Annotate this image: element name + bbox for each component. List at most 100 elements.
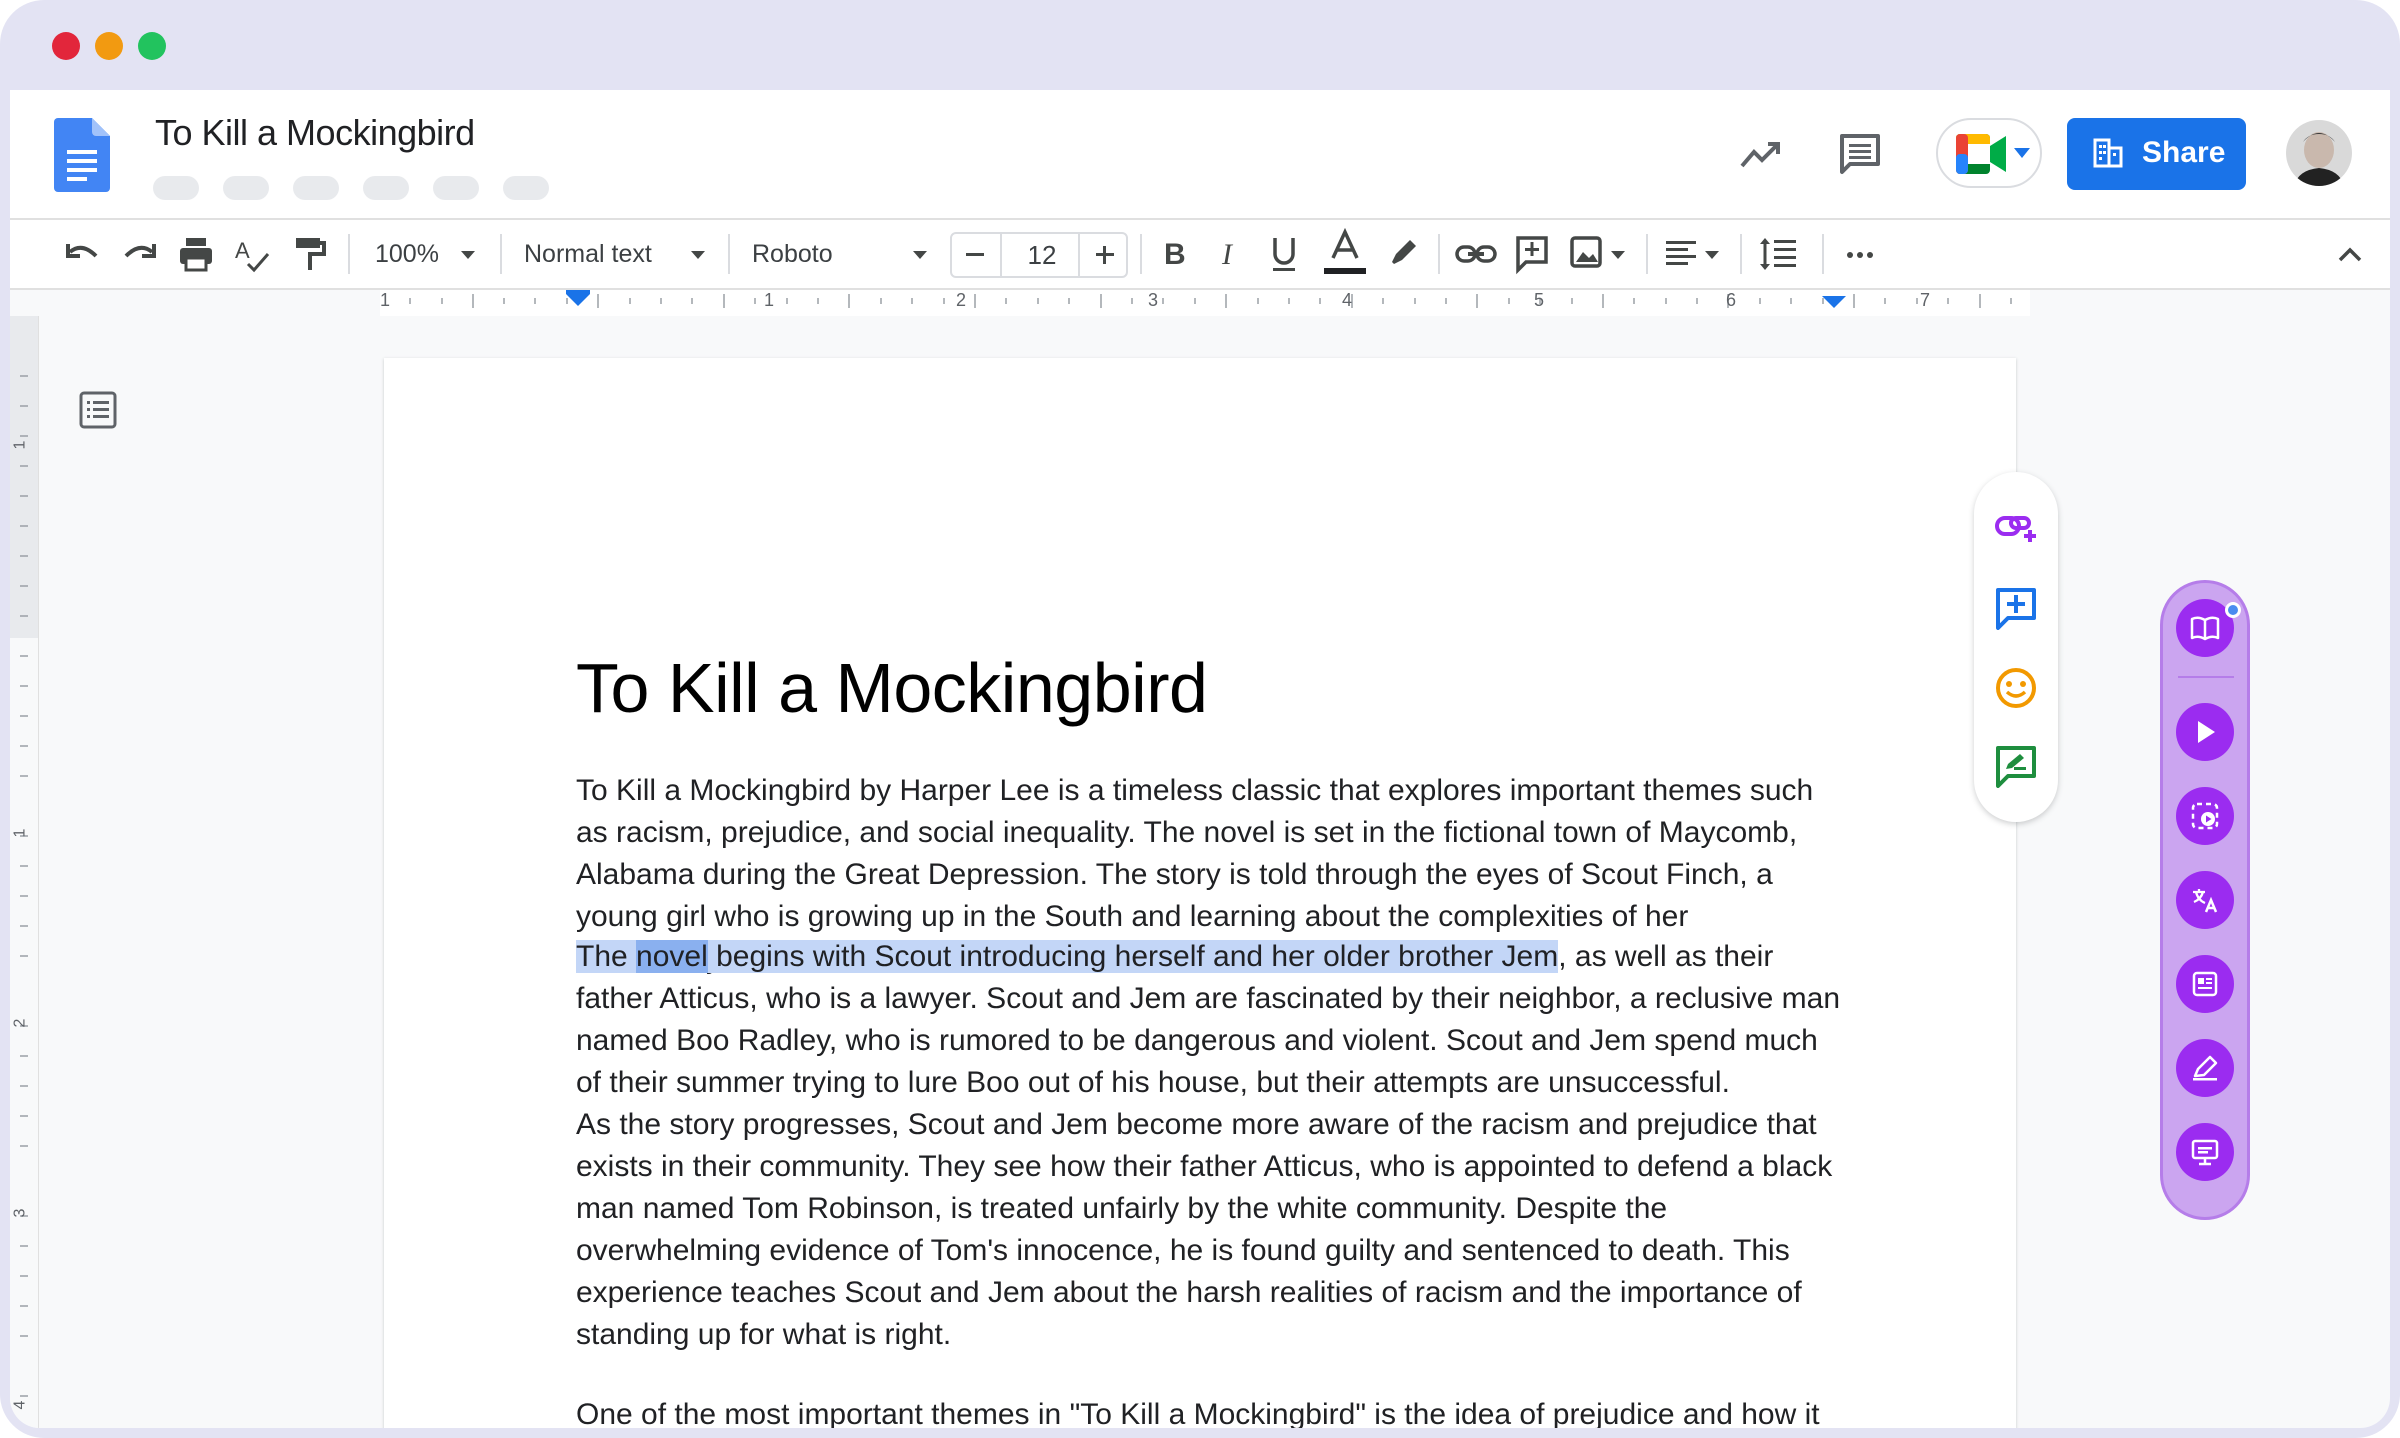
user-avatar[interactable] [2286,120,2352,186]
avatar-photo [2286,120,2352,186]
add-comment-icon[interactable] [1994,586,2038,630]
extension-presentation-button[interactable] [2176,1123,2234,1181]
ruler-label: 1 [380,290,391,310]
vertical-ruler-label: 4 [11,1400,29,1410]
vertical-ruler: 1 1 2 3 4 [10,316,39,1428]
bold-icon[interactable]: B [1156,230,1192,278]
ruler-label: 3 [1148,290,1159,310]
emoji-reaction-icon[interactable] [1994,666,2038,710]
docs-logo-icon[interactable] [54,118,110,192]
org-share-icon [2093,138,2123,168]
app-window: To Kill a Mockingbird Share A 100% Norma… [0,0,2400,1438]
insert-link-icon[interactable] [1454,230,1498,278]
toolbar-divider [1822,234,1824,274]
insert-image-icon[interactable] [1568,230,1604,278]
print-icon[interactable] [176,230,216,278]
ruler-label: 7 [1920,290,1931,310]
redo-icon[interactable] [120,230,160,278]
decrease-font-size-icon[interactable] [964,244,986,266]
menu-bar [153,176,549,200]
font-dropdown-icon[interactable] [910,230,930,278]
increase-font-size-icon[interactable] [1094,244,1116,266]
zoom-dropdown-icon[interactable] [458,230,478,278]
toolbar-divider [1140,234,1142,274]
notification-dot [2225,602,2241,618]
extension-highlighter-button[interactable] [2176,1039,2234,1097]
italic-icon[interactable]: I [1212,230,1248,278]
formatting-toolbar: A 100% Normal text Roboto 12 B I [10,218,2390,290]
minimize-window-button[interactable] [95,32,123,60]
menu-item-placeholder[interactable] [223,176,269,200]
font-family-value[interactable]: Roboto [752,240,833,269]
extension-toolbar [2160,580,2250,1220]
collapse-toolbar-icon[interactable] [2334,230,2366,278]
docs-window: To Kill a Mockingbird Share A 100% Norma… [10,90,2390,1428]
reader-icon [2192,971,2218,997]
toolbar-divider [728,234,730,274]
comments-icon[interactable] [1836,130,1884,178]
document-page[interactable]: To Kill a Mockingbird To Kill a Mockingb… [384,358,2016,1428]
play-icon [2198,721,2215,743]
toolbar-divider [1646,234,1648,274]
selected-text[interactable]: begins with Scout introducing herself an… [707,940,1559,973]
vertical-ruler-label: 2 [11,1018,29,1028]
more-options-icon[interactable] [1842,230,1878,278]
activity-trend-icon[interactable] [1736,130,1784,178]
menu-item-placeholder[interactable] [433,176,479,200]
extension-screen-record-button[interactable] [2176,787,2234,845]
paragraph-3[interactable]: As the story progresses, Scout and Jem b… [576,1104,1846,1356]
document-outline-icon[interactable] [78,390,118,430]
menu-item-placeholder[interactable] [293,176,339,200]
extension-divider [2178,676,2234,678]
extension-reader-button[interactable] [2176,955,2234,1013]
toolbar-divider [348,234,350,274]
toolbar-divider [1740,234,1742,274]
translate-icon [2193,889,2218,913]
paragraph-2[interactable]: The novel begins with Scout introducing … [576,936,1846,1104]
paint-format-icon[interactable] [290,230,330,278]
zoom-value[interactable]: 100% [375,240,439,269]
style-dropdown-icon[interactable] [688,230,708,278]
selected-word[interactable]: novel [636,940,708,973]
text-color-icon[interactable] [1322,226,1368,282]
menu-item-placeholder[interactable] [503,176,549,200]
share-button[interactable]: Share [2067,118,2246,190]
menu-item-placeholder[interactable] [363,176,409,200]
highlight-color-icon[interactable] [1384,230,1422,278]
document-heading[interactable]: To Kill a Mockingbird [576,648,1208,728]
insert-comment-icon[interactable] [1512,230,1552,278]
ruler-label: 2 [956,290,967,310]
horizontal-ruler: 1 1 2 3 4 5 6 7 [10,290,2390,316]
extension-translate-button[interactable] [2176,871,2234,929]
line-spacing-icon[interactable] [1756,230,1800,278]
meet-button[interactable] [1936,118,2042,188]
document-title[interactable]: To Kill a Mockingbird [155,112,475,154]
menu-item-placeholder[interactable] [153,176,199,200]
vertical-ruler-label: 1 [11,828,29,838]
close-window-button[interactable] [52,32,80,60]
align-dropdown-icon[interactable] [1702,230,1722,278]
font-size-field[interactable]: 12 [1000,232,1080,278]
maximize-window-button[interactable] [138,32,166,60]
book-icon [2190,616,2220,641]
highlighter-icon [2193,1055,2218,1081]
align-left-icon[interactable] [1662,230,1702,278]
ruler-label: 4 [1342,290,1353,310]
paragraph-style-value[interactable]: Normal text [524,240,652,269]
vertical-ruler-ticks [10,316,38,1397]
extension-play-button[interactable] [2176,703,2234,761]
spellcheck-icon[interactable]: A [232,230,272,278]
font-size-value: 12 [1027,240,1057,270]
selected-text[interactable]: The [576,940,637,973]
paragraph-4[interactable]: One of the most important themes in "To … [576,1394,1846,1428]
link-add-icon[interactable] [1994,506,2038,550]
vertical-ruler-label: 3 [11,1208,29,1218]
undo-icon[interactable] [62,230,102,278]
ruler-ticks [409,290,2012,308]
image-dropdown-icon[interactable] [1608,230,1628,278]
underline-icon[interactable] [1266,230,1302,278]
font-size-stepper: 12 [950,232,1128,278]
svg-text:B: B [1164,238,1186,271]
suggest-edit-icon[interactable] [1994,744,2038,788]
svg-text:A: A [235,238,250,263]
